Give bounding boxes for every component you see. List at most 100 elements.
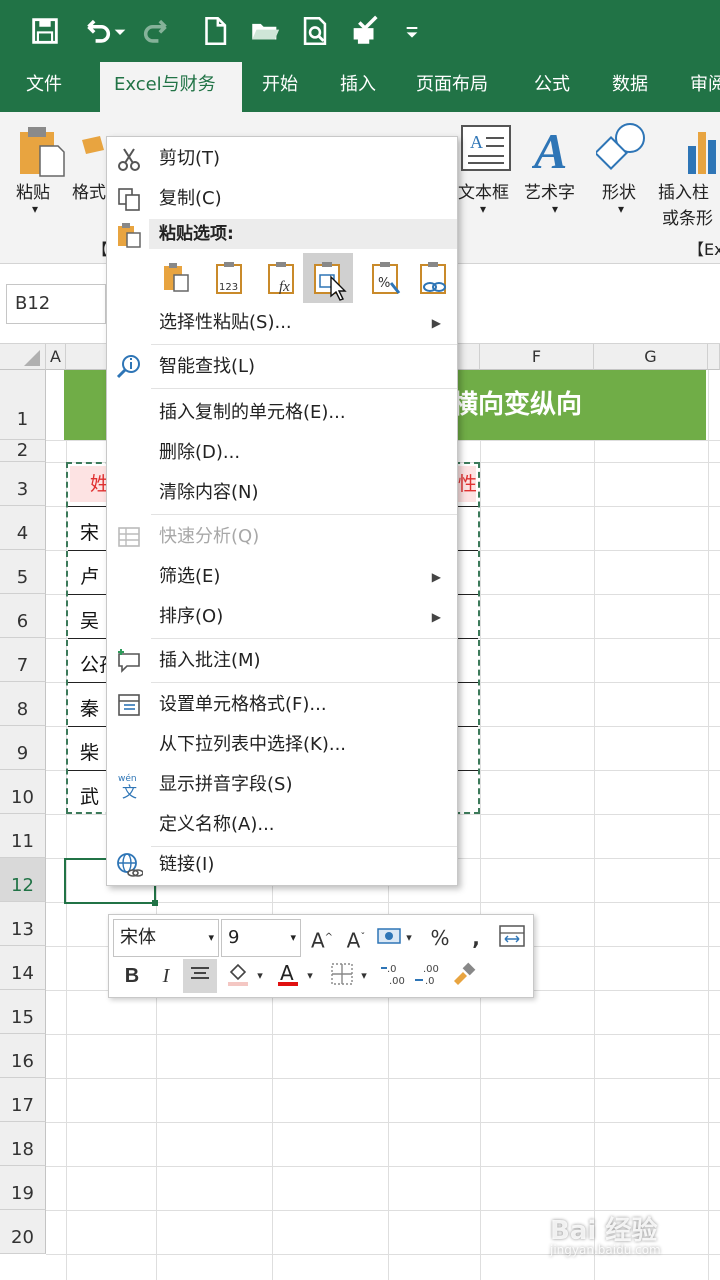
row-header[interactable]: 10 [0,770,46,814]
row-header[interactable]: 1 [0,370,46,440]
paste-dropdown-icon[interactable]: ▾ [32,202,38,216]
menu-item-define-name[interactable]: 定义名称(A)... [107,805,457,845]
open-folder-icon[interactable] [248,14,282,48]
row-header[interactable]: 15 [0,990,46,1034]
row-header[interactable]: 17 [0,1078,46,1122]
wordart-icon[interactable]: A [531,122,576,179]
tab-formulas[interactable]: 公式 [520,62,584,112]
borders-icon[interactable] [325,959,359,993]
decrease-decimal-icon[interactable]: .00.0 [411,959,445,993]
borders-dropdown-icon[interactable]: ▾ [357,959,371,993]
shapes-icon[interactable] [594,120,650,172]
tab-excel-finance[interactable]: Excel与财务 [100,62,242,112]
row-header[interactable]: 16 [0,1034,46,1078]
tab-review[interactable]: 审阅 [676,62,720,112]
menu-item-smart-lookup[interactable]: 智能查找(L) [107,347,457,387]
font-color-icon[interactable]: A [271,959,305,993]
size-dropdown-icon[interactable]: ▾ [290,920,296,956]
menu-item-insert-copied-cells[interactable]: 插入复制的单元格(E)... [107,393,457,433]
bold-button[interactable]: B [115,959,149,993]
percent-style-button[interactable]: % [423,921,457,955]
wordart-label[interactable]: 艺术字 [524,178,575,203]
shapes-label[interactable]: 形状 [602,178,636,203]
paste-formatting-button[interactable]: % [361,253,411,303]
merge-center-icon[interactable] [495,921,529,955]
menu-item-filter[interactable]: 筛选(E) ▶ [107,557,457,597]
print-preview-icon[interactable] [298,14,332,48]
undo-dropdown-icon[interactable] [112,14,128,48]
column-header-h[interactable] [708,344,720,370]
decrease-font-icon[interactable]: Aˇ [339,921,373,955]
paste-label[interactable]: 粘贴 [16,178,50,203]
center-align-icon[interactable] [183,959,217,993]
new-file-icon[interactable] [198,14,232,48]
row-header[interactable]: 11 [0,814,46,858]
menu-item-paste-special[interactable]: 选择性粘贴(S)... ▶ [107,303,457,343]
transpose-paste-button[interactable] [303,253,353,303]
textbox-icon[interactable]: A [460,124,512,172]
row-header[interactable]: 6 [0,594,46,638]
tab-file[interactable]: 文件 [12,62,76,112]
fill-color-icon[interactable] [221,959,255,993]
name-box[interactable]: B12 [6,284,106,324]
row-header[interactable]: 2 [0,440,46,462]
tab-insert[interactable]: 插入 [326,62,390,112]
row-header-selected[interactable]: 12 [0,858,46,902]
font-color-dropdown-icon[interactable]: ▾ [303,959,317,993]
paste-values-button[interactable]: 123 [205,253,255,303]
menu-item-show-phonetic[interactable]: wén 文 显示拼音字段(S) [107,765,457,805]
select-all-corner[interactable] [0,344,46,370]
row-header[interactable]: 20 [0,1210,46,1254]
increase-decimal-icon[interactable]: .0.00 [377,959,411,993]
column-header-f[interactable]: F [480,344,594,370]
row-header[interactable]: 7 [0,638,46,682]
row-header[interactable]: 18 [0,1122,46,1166]
wordart-dropdown-icon[interactable]: ▾ [552,202,558,216]
menu-item-cut[interactable]: 剪切(T) [107,139,457,179]
italic-button[interactable]: I [149,959,183,993]
textbox-dropdown-icon[interactable]: ▾ [480,202,486,216]
format-painter-small-icon[interactable] [447,959,481,993]
accounting-dropdown-icon[interactable]: ▾ [401,921,417,955]
undo-icon[interactable] [80,14,114,48]
comma-style-button[interactable]: , [459,921,493,955]
shapes-dropdown-icon[interactable]: ▾ [618,202,624,216]
spelling-check-icon[interactable] [348,14,382,48]
row-header[interactable]: 19 [0,1166,46,1210]
row-header[interactable]: 9 [0,726,46,770]
font-size-select[interactable]: 9 ▾ [221,919,301,957]
column-header-a[interactable]: A [46,344,66,370]
row-header[interactable]: 8 [0,682,46,726]
menu-item-sort[interactable]: 排序(O) ▶ [107,597,457,637]
menu-item-pick-from-list[interactable]: 从下拉列表中选择(K)... [107,725,457,765]
menu-item-delete[interactable]: 删除(D)... [107,433,457,473]
row-header[interactable]: 3 [0,462,46,506]
tab-home[interactable]: 开始 [248,62,312,112]
row-header[interactable]: 13 [0,902,46,946]
textbox-label[interactable]: 文本框 [458,178,509,203]
row-header[interactable]: 14 [0,946,46,990]
format-painter-icon[interactable] [80,134,106,164]
customize-qat-icon[interactable] [404,14,420,48]
tab-page-layout[interactable]: 页面布局 [402,62,502,112]
paste-icon[interactable] [16,124,68,178]
menu-item-clear-contents[interactable]: 清除内容(N) [107,473,457,513]
redo-icon[interactable] [140,14,174,48]
paste-link-button[interactable] [409,253,459,303]
paste-button[interactable] [153,253,203,303]
increase-font-icon[interactable]: A^ [305,921,339,955]
row-header[interactable]: 4 [0,506,46,550]
font-dropdown-icon[interactable]: ▾ [208,920,214,956]
insert-chart-label-1[interactable]: 插入柱 [658,178,709,203]
format-painter-label[interactable]: 格式 [72,178,106,203]
font-name-select[interactable]: 宋体 ▾ [113,919,219,957]
menu-item-insert-comment[interactable]: 插入批注(M) [107,641,457,681]
tab-data[interactable]: 数据 [598,62,662,112]
bar-chart-icon[interactable] [686,126,720,176]
insert-chart-label-2[interactable]: 或条形 [662,204,713,229]
menu-item-format-cells[interactable]: 设置单元格格式(F)... [107,685,457,725]
row-header[interactable]: 5 [0,550,46,594]
fill-color-dropdown-icon[interactable]: ▾ [253,959,267,993]
menu-item-link[interactable]: 链接(I) [107,845,457,885]
column-header-g[interactable]: G [594,344,708,370]
